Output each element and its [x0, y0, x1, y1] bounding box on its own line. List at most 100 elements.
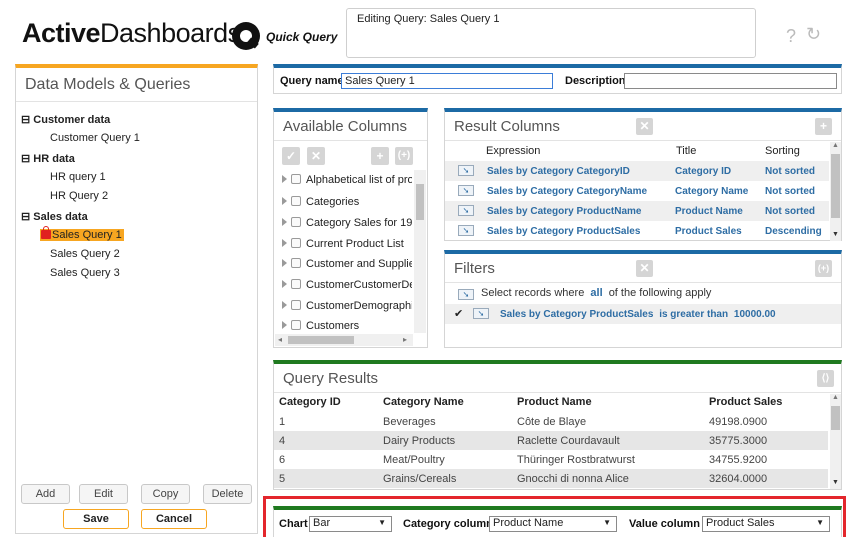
expand-icon[interactable]	[282, 301, 287, 309]
scrollbar-thumb[interactable]	[831, 154, 840, 218]
edit-button[interactable]: Edit	[79, 484, 128, 504]
value-column-select[interactable]: Product Sales ▼	[702, 516, 830, 532]
vertical-scrollbar[interactable]	[414, 170, 426, 333]
add-icon[interactable]: +	[815, 118, 832, 135]
sorting-cell[interactable]: Descending	[765, 226, 822, 237]
filter-condition[interactable]: Sales by Category ProductSales is greate…	[500, 309, 776, 320]
close-icon[interactable]: ✕	[307, 147, 325, 165]
column-header-category-name[interactable]: Category Name	[383, 396, 464, 408]
column-item[interactable]: CustomerCustomerDemo	[282, 279, 412, 291]
delete-button[interactable]: Delete	[203, 484, 252, 504]
scroll-left-icon[interactable]: ◂	[278, 335, 282, 344]
check-icon[interactable]: ✓	[282, 147, 300, 165]
refresh-results-icon[interactable]: ⟨⟩	[817, 370, 834, 387]
expand-icon[interactable]	[282, 239, 287, 247]
column-item[interactable]: Current Product List	[282, 238, 412, 250]
checkbox[interactable]	[291, 279, 301, 289]
table-row[interactable]: ➘ Sales by Category ProductName Product …	[445, 201, 829, 221]
checkbox[interactable]	[291, 217, 301, 227]
copy-button[interactable]: Copy	[141, 484, 190, 504]
column-header-sorting[interactable]: Sorting	[765, 145, 800, 157]
scrollbar-thumb[interactable]	[416, 184, 424, 220]
tree-item-sales-query-2[interactable]: Sales Query 2	[50, 248, 120, 260]
column-header-category-id[interactable]: Category ID	[279, 396, 341, 408]
scroll-down-icon[interactable]: ▼	[832, 231, 839, 238]
arrow-icon[interactable]: ➘	[458, 205, 474, 216]
table-row[interactable]: 6 Meat/Poultry Thüringer Rostbratwurst 3…	[274, 450, 828, 469]
tree-group-customer-data[interactable]: ⊟ Customer data	[21, 113, 110, 126]
checkbox[interactable]	[291, 300, 301, 310]
column-item[interactable]: Customer and Suppliers by City	[282, 258, 412, 270]
remove-icon[interactable]: ✕	[636, 260, 653, 277]
checkbox[interactable]	[291, 258, 301, 268]
collapse-icon[interactable]: ⊟	[21, 211, 30, 223]
horizontal-scrollbar[interactable]: ◂ ▸	[275, 334, 413, 346]
tree-item-hr-query-1[interactable]: HR query 1	[50, 171, 106, 183]
column-item[interactable]: Category Sales for 1997	[282, 217, 412, 229]
add-icon[interactable]: +	[371, 147, 389, 165]
table-row[interactable]: 5 Grains/Cereals Gnocchi di nonna Alice …	[274, 469, 828, 488]
cancel-button[interactable]: Cancel	[141, 509, 207, 529]
description-input[interactable]	[624, 73, 837, 89]
table-row[interactable]: ➘ Sales by Category CategoryName Categor…	[445, 181, 829, 201]
table-row[interactable]: 4 Dairy Products Raclette Courdavault 35…	[274, 431, 828, 450]
arrow-icon[interactable]: ➘	[473, 308, 489, 319]
tree-item-sales-query-1[interactable]: Sales Query 1	[40, 226, 124, 241]
column-header-title[interactable]: Title	[676, 145, 696, 157]
checkbox[interactable]	[291, 174, 301, 184]
column-item[interactable]: CustomerDemographics	[282, 300, 412, 312]
arrow-icon[interactable]: ➘	[458, 289, 474, 300]
expand-icon[interactable]	[282, 197, 287, 205]
chart-type-select[interactable]: Bar ▼	[309, 516, 392, 532]
scrollbar-thumb[interactable]	[288, 336, 354, 344]
filter-field[interactable]: Sales by Category ProductSales	[500, 309, 653, 320]
question-icon[interactable]: ?	[786, 26, 796, 47]
table-row[interactable]: ➘ Sales by Category CategoryID Category …	[445, 161, 829, 181]
vertical-scrollbar[interactable]: ▲ ▼	[830, 394, 841, 489]
column-header-product-sales[interactable]: Product Sales	[709, 396, 782, 408]
scroll-up-icon[interactable]: ▲	[832, 142, 839, 149]
tree-group-sales-data[interactable]: ⊟ Sales data	[21, 210, 88, 223]
column-item[interactable]: Alphabetical list of products	[282, 174, 412, 186]
remove-icon[interactable]: ✕	[636, 118, 653, 135]
expand-icon[interactable]	[282, 321, 287, 329]
expression-icon[interactable]: (+)	[395, 147, 413, 165]
scroll-right-icon[interactable]: ▸	[403, 335, 407, 344]
sorting-cell[interactable]: Not sorted	[765, 166, 815, 177]
column-header-expression[interactable]: Expression	[486, 145, 540, 157]
expand-icon[interactable]	[282, 259, 287, 267]
table-row[interactable]: 1 Beverages Côte de Blaye 49198.0900	[274, 412, 828, 431]
sorting-cell[interactable]: Not sorted	[765, 186, 815, 197]
tree-group-hr-data[interactable]: ⊟ HR data	[21, 152, 75, 165]
scroll-up-icon[interactable]: ▲	[832, 394, 839, 401]
collapse-icon[interactable]: ⊟	[21, 153, 30, 165]
expand-icon[interactable]	[282, 175, 287, 183]
tree-item-sales-query-3[interactable]: Sales Query 3	[50, 267, 120, 279]
scrollbar-thumb[interactable]	[831, 406, 840, 430]
save-button[interactable]: Save	[63, 509, 129, 529]
filter-condition-row[interactable]: ✔ ➘ Sales by Category ProductSales is gr…	[445, 304, 841, 324]
arrow-icon[interactable]: ➘	[458, 185, 474, 196]
sorting-cell[interactable]: Not sorted	[765, 206, 815, 217]
category-column-select[interactable]: Product Name ▼	[489, 516, 617, 532]
expand-icon[interactable]	[282, 280, 287, 288]
check-icon[interactable]: ✔	[454, 307, 463, 320]
add-button[interactable]: Add	[21, 484, 70, 504]
arrow-icon[interactable]: ➘	[458, 225, 474, 236]
column-item[interactable]: Categories	[282, 196, 412, 208]
arrow-icon[interactable]: ➘	[458, 165, 474, 176]
checkbox[interactable]	[291, 238, 301, 248]
checkbox[interactable]	[291, 320, 301, 330]
tree-item-customer-query-1[interactable]: Customer Query 1	[50, 132, 140, 144]
checkbox[interactable]	[291, 196, 301, 206]
filter-value[interactable]: 10000.00	[734, 309, 776, 320]
column-header-product-name[interactable]: Product Name	[517, 396, 592, 408]
filter-operator[interactable]: is greater than	[659, 309, 728, 320]
vertical-scrollbar[interactable]: ▲ ▼	[830, 142, 841, 241]
scroll-down-icon[interactable]: ▼	[832, 479, 839, 486]
query-name-input[interactable]: Sales Query 1	[341, 73, 553, 89]
table-row[interactable]: ➘ Sales by Category ProductSales Product…	[445, 221, 829, 241]
refresh-icon[interactable]: ↻	[806, 24, 821, 45]
collapse-icon[interactable]: ⊟	[21, 114, 30, 126]
filter-mode-link[interactable]: all	[590, 287, 602, 299]
